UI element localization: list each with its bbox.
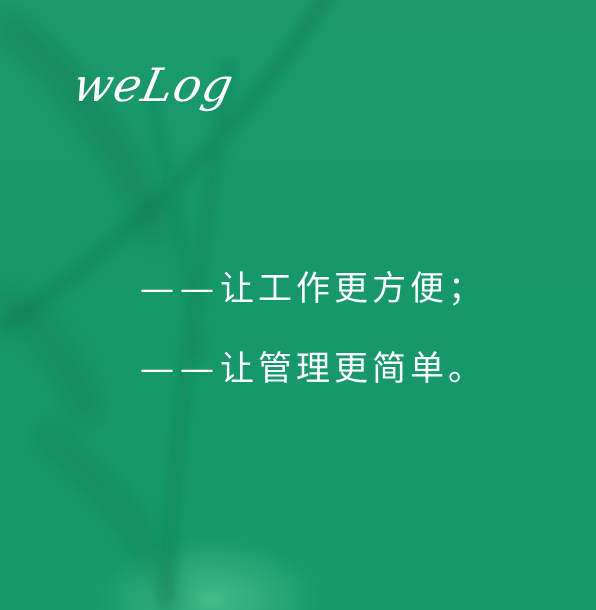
slogan: ——让工作更方便； ——让管理更简单。	[140, 268, 486, 428]
welog-logo: weLog	[68, 58, 240, 112]
slogan-dash: ——	[140, 269, 220, 309]
slogan-line-1: ——让工作更方便；	[140, 268, 486, 310]
slogan-text-2: 让管理更简单。	[220, 349, 486, 389]
slogan-line-2: ——让管理更简单。	[140, 348, 486, 390]
slogan-dash: ——	[140, 349, 220, 389]
slogan-text-1: 让工作更方便；	[220, 269, 486, 309]
